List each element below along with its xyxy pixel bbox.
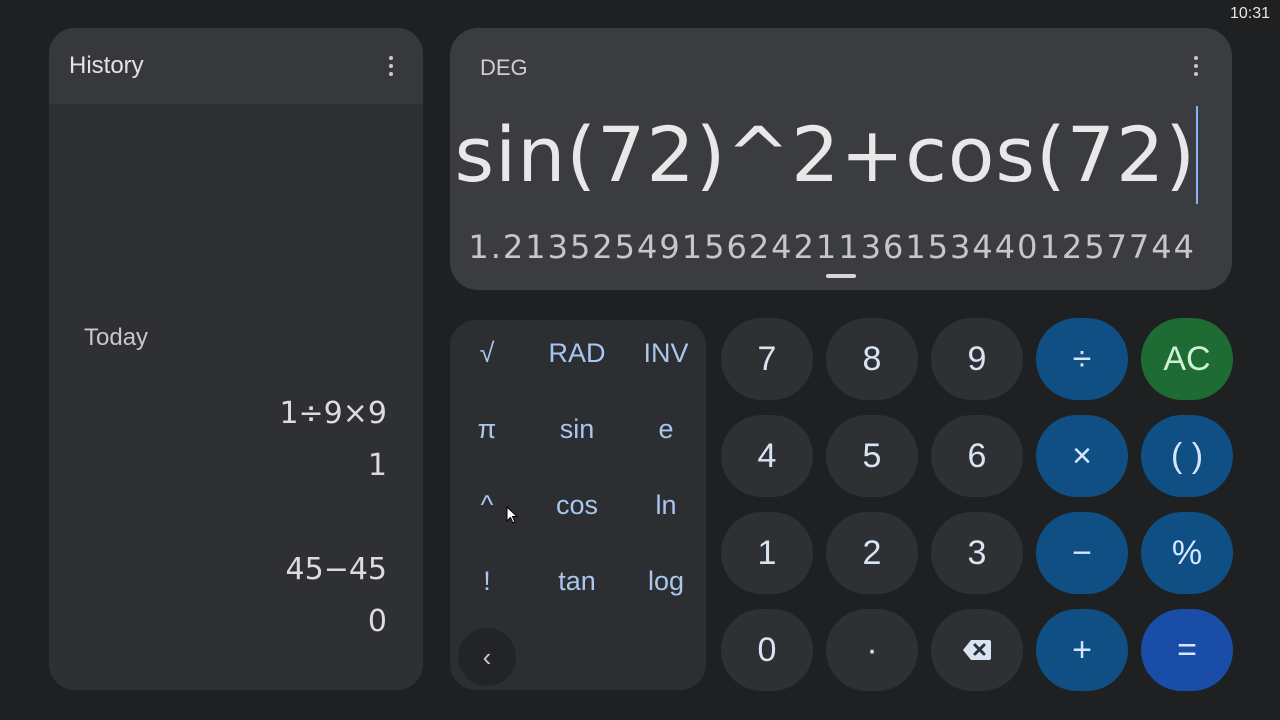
history-panel: History Today 1÷9×9 1 45−45 0 [49,28,423,690]
angle-mode-indicator: DEG [480,55,528,80]
digit-1-button[interactable]: 1 [721,512,813,594]
pi-button[interactable]: π [447,399,527,459]
backspace-button[interactable] [931,609,1023,691]
divide-button[interactable]: ÷ [1036,318,1128,400]
digit-7-button[interactable]: 7 [721,318,813,400]
history-result[interactable]: 0 [368,604,387,639]
digit-2-button[interactable]: 2 [826,512,918,594]
digit-8-button[interactable]: 8 [826,318,918,400]
digit-0-button[interactable]: 0 [721,609,813,691]
digit-4-button[interactable]: 4 [721,415,813,497]
digit-6-button[interactable]: 6 [931,415,1023,497]
scientific-panel: √ RAD INV π sin e ^ cos ln ! tan log ‹ [450,320,706,690]
minus-button[interactable]: − [1036,512,1128,594]
mouse-pointer-icon [506,506,518,524]
history-header: History [49,28,423,104]
digit-5-button[interactable]: 5 [826,415,918,497]
backspace-icon [963,640,991,660]
expression-input[interactable]: sin(72)^2+cos(72) [455,110,1197,199]
result-preview: 1.2135254915624211361534401257744 [468,228,1196,266]
e-button[interactable]: e [626,399,706,459]
cos-button[interactable]: cos [537,475,617,535]
rad-button[interactable]: RAD [537,323,617,383]
factorial-button[interactable]: ! [447,551,527,611]
digit-3-button[interactable]: 3 [931,512,1023,594]
parentheses-button[interactable]: ( ) [1141,415,1233,497]
multiply-button[interactable]: × [1036,415,1128,497]
history-day-label: Today [84,324,149,351]
plus-button[interactable]: + [1036,609,1128,691]
percent-button[interactable]: % [1141,512,1233,594]
power-button[interactable]: ^ [447,475,527,535]
tan-button[interactable]: tan [537,551,617,611]
display-more-vert-icon[interactable] [1186,52,1206,80]
status-time: 10:31 [1229,5,1270,22]
history-more-vert-icon[interactable] [381,52,401,80]
history-expression[interactable]: 1÷9×9 [279,396,387,431]
digit-9-button[interactable]: 9 [931,318,1023,400]
ln-button[interactable]: ln [626,475,706,535]
history-result[interactable]: 1 [368,448,387,483]
history-title: History [69,52,144,79]
calculator-screen: 10:31 History Today 1÷9×9 1 45−45 0 DEG … [0,0,1280,720]
log-button[interactable]: log [626,551,706,611]
calculator-display: DEG sin(72)^2+cos(72) 1.2135254915624211… [450,28,1232,290]
equals-button[interactable]: = [1141,609,1233,691]
sin-button[interactable]: sin [537,399,617,459]
all-clear-button[interactable]: AC [1141,318,1233,400]
history-expression[interactable]: 45−45 [286,552,387,587]
inv-button[interactable]: INV [626,323,706,383]
drag-handle[interactable] [826,274,856,278]
sqrt-button[interactable]: √ [447,323,527,383]
text-cursor [1196,106,1198,204]
decimal-button[interactable]: · [826,609,918,691]
chevron-left-icon[interactable]: ‹ [458,628,516,686]
